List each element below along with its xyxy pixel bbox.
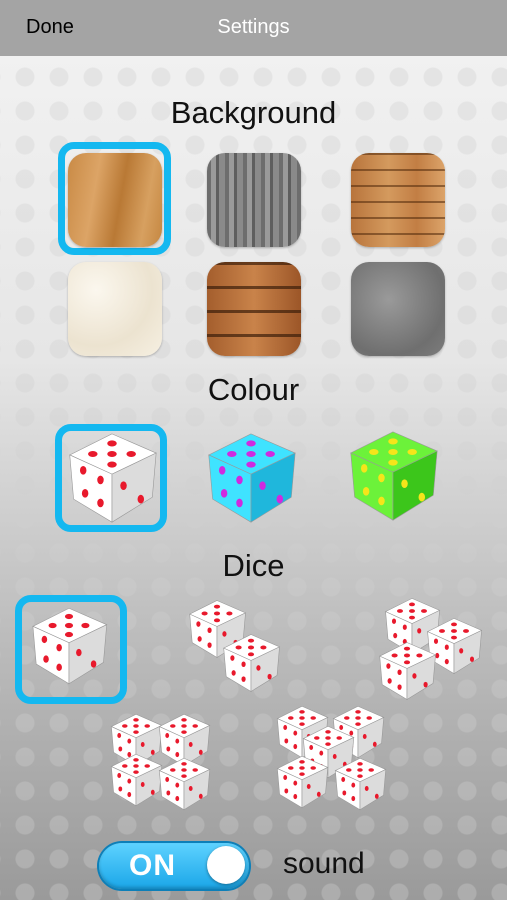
sound-toggle-label: ON [129,849,176,882]
background-heading: Background [170,95,337,130]
die [28,605,110,687]
toggle-knob [207,846,245,884]
background-option-grey-wood[interactable] [207,153,301,247]
die [156,756,212,812]
background-option-marble[interactable] [68,262,162,356]
die [376,640,438,702]
background-option-boards[interactable] [207,262,301,356]
die [220,632,282,694]
colour-heading: Colour [207,372,300,407]
colour-option-green[interactable] [345,428,441,524]
die [274,754,330,810]
sound-label: sound [283,847,365,880]
page-title: Settings [217,16,290,38]
background-option-planks[interactable] [351,153,445,247]
sound-toggle[interactable]: ON [99,843,249,889]
colour-option-cyan[interactable] [203,430,299,526]
background-option-oak[interactable] [68,153,162,247]
die [332,756,388,812]
navigation-bar: Done Settings [0,0,507,56]
dice-heading: Dice [222,548,285,583]
background-option-granite[interactable] [351,262,445,356]
colour-option-white[interactable] [64,430,160,526]
